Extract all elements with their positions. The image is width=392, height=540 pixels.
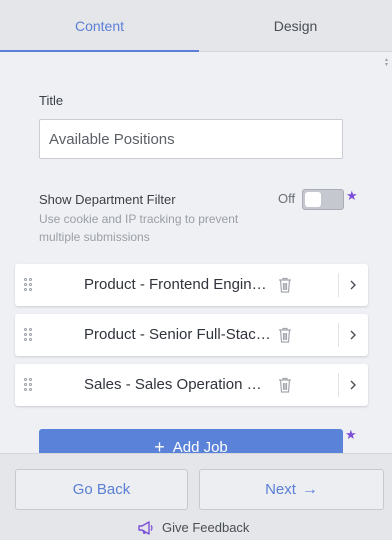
tab-design[interactable]: Design <box>199 0 392 51</box>
tab-content[interactable]: Content <box>0 0 199 52</box>
drag-handle-icon[interactable] <box>24 328 33 341</box>
add-job-label: Add Job <box>172 439 228 453</box>
premium-star-icon: ★ <box>346 188 358 203</box>
toggle-state-text: Off <box>278 191 296 206</box>
job-row[interactable]: Product - Senior Full-Stac… <box>15 314 368 356</box>
job-name: Sales - Sales Operation M… <box>84 376 272 393</box>
chevron-right-icon[interactable] <box>348 327 358 343</box>
job-name: Product - Frontend Engin… <box>84 276 267 293</box>
next-label: Next <box>265 481 296 498</box>
job-row[interactable]: Sales - Sales Operation M… <box>15 364 368 406</box>
trash-icon[interactable] <box>278 377 292 393</box>
drag-handle-icon[interactable] <box>24 278 33 291</box>
arrow-right-icon: → <box>301 480 318 498</box>
give-feedback-label: Give Feedback <box>162 520 250 535</box>
row-divider <box>338 273 339 297</box>
editor-tabs: Content Design <box>0 0 392 52</box>
chevron-right-icon[interactable] <box>348 277 358 293</box>
department-filter-label: Show Department Filter <box>39 192 176 207</box>
row-divider <box>338 323 339 347</box>
go-back-button[interactable]: Go Back <box>15 469 188 510</box>
toggle-knob <box>305 192 321 207</box>
footer: Go Back Next → Give Feedback <box>0 453 392 540</box>
content-panel[interactable]: Title Show Department Filter Use cookie … <box>0 52 392 453</box>
next-button[interactable]: Next → <box>199 469 384 510</box>
scroll-indicator[interactable] <box>385 58 388 66</box>
row-divider <box>338 373 339 397</box>
go-back-label: Go Back <box>72 481 131 498</box>
chevron-right-icon[interactable] <box>348 377 358 393</box>
megaphone-icon <box>138 520 153 535</box>
trash-icon[interactable] <box>278 277 292 293</box>
job-row[interactable]: Product - Frontend Engin… <box>15 264 368 306</box>
job-name: Product - Senior Full-Stac… <box>84 326 271 343</box>
premium-star-icon: ★ <box>345 427 357 442</box>
plus-icon: + <box>154 437 165 453</box>
department-filter-toggle[interactable] <box>302 189 344 210</box>
drag-handle-icon[interactable] <box>24 378 33 391</box>
trash-icon[interactable] <box>278 327 292 343</box>
department-filter-help: Use cookie and IP tracking to prevent mu… <box>39 212 239 244</box>
title-label: Title <box>39 93 64 108</box>
add-job-button[interactable]: + Add Job <box>39 429 343 453</box>
give-feedback-link[interactable]: Give Feedback <box>138 520 249 535</box>
title-input[interactable] <box>39 119 343 159</box>
